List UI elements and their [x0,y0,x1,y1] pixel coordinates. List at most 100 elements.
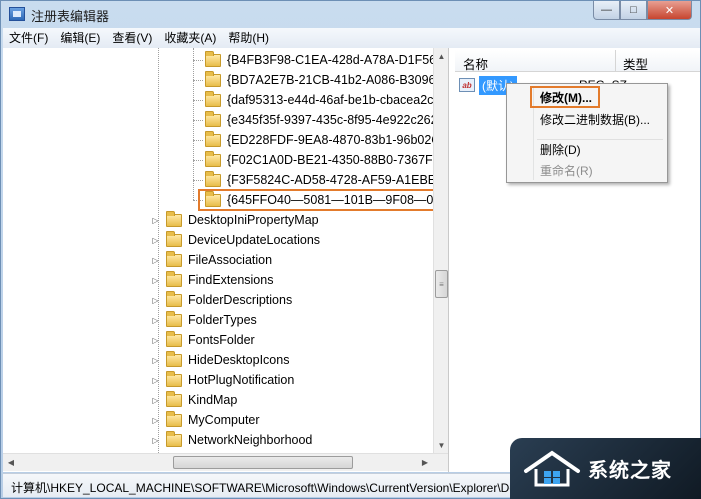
folder-icon [166,310,182,327]
tree-item-label: HotPlugNotification [188,373,295,387]
close-button[interactable]: ✕ [647,1,692,20]
column-header-name[interactable]: 名称 [463,54,488,73]
folder-icon [205,130,221,147]
triangle-right-icon[interactable]: ▷ [151,376,160,385]
triangle-right-icon[interactable]: ▷ [151,356,160,365]
folder-icon [166,410,182,427]
tree-item-label: FindExtensions [188,273,274,287]
tree-item[interactable]: ▷ FindExtensions [151,270,273,290]
tree-item[interactable]: ▷ FolderTypes [151,310,257,330]
column-header-type[interactable]: 类型 [623,54,648,73]
house-logo-icon [522,449,582,489]
scroll-left-arrow-icon[interactable]: ◀ [3,454,19,471]
triangle-right-icon[interactable]: ▷ [151,216,160,225]
folder-icon [205,90,221,107]
triangle-right-icon[interactable]: ▷ [151,296,160,305]
tree-item[interactable]: ▷ FontsFolder [151,330,255,350]
tree-item[interactable]: ▷ NetworkNeighborhood [151,430,312,450]
tree-item-label: FolderTypes [188,313,257,327]
tree-item[interactable]: ▷ MyComputer [151,410,260,430]
tree-item[interactable]: ▷ HideDesktopIcons [151,350,289,370]
folder-icon [166,290,182,307]
scroll-right-arrow-icon[interactable]: ▶ [417,454,433,471]
triangle-right-icon[interactable]: ▷ [151,416,160,425]
tree-connector [193,139,203,141]
highlight-box-key [198,189,438,211]
tree-item[interactable]: ▷ DeviceUpdateLocations [151,230,320,250]
highlight-box-modify [530,86,600,108]
folder-icon [205,50,221,67]
menu-favorites[interactable]: 收藏夹(A) [158,28,222,48]
folder-icon [205,110,221,127]
tree-item[interactable]: ▷ KindMap [151,390,237,410]
folder-icon [166,430,182,447]
menu-edit[interactable]: 编辑(E) [54,28,106,48]
menu-item-delete[interactable]: 删除(D) [510,140,664,160]
menu-item-modify-binary[interactable]: 修改二进制数据(B)... [510,110,664,130]
tree-item[interactable]: ▷ FolderDescriptions [151,290,292,310]
tree-item-label: {daf95313-e44d-46af-be1b-cbacea2c3065} [227,93,449,107]
folder-icon [166,330,182,347]
tree-item[interactable]: ▷ DesktopIniPropertyMap [151,210,319,230]
tree-item[interactable]: ▷ FileAssociation [151,250,272,270]
tree-connector [193,179,203,181]
registry-editor-window: 注册表编辑器 — □ ✕ 文件(F) 编辑(E) 查看(V) 收藏夹(A) 帮助… [0,0,701,499]
triangle-right-icon[interactable]: ▷ [151,336,160,345]
folder-icon [166,230,182,247]
tree-item[interactable]: {F02C1A0D-BE21-4350-88B0-7367FC96EF3C} [193,150,448,170]
maximize-button[interactable]: □ [620,1,647,20]
scroll-up-arrow-icon[interactable]: ▲ [434,48,448,64]
tree-connector [193,119,203,121]
watermark-text: 系统之家 [588,460,672,482]
menu-bar: 文件(F) 编辑(E) 查看(V) 收藏夹(A) 帮助(H) [3,28,700,48]
folder-icon [205,170,221,187]
folder-icon [166,210,182,227]
tree-item-label: {BD7A2E7B-21CB-41b2-A086-B309680C6B7E} [227,73,448,87]
tree-item-label: {e345f35f-9397-435c-8f95-4e922c26259e} [227,113,449,127]
menu-file[interactable]: 文件(F) [3,28,54,48]
scroll-down-arrow-icon[interactable]: ▼ [434,437,448,453]
tree-connector [193,99,203,101]
list-header: 名称 类型 [455,50,700,72]
column-separator[interactable] [615,50,616,72]
tree-connector [193,59,203,61]
tree-item[interactable]: {ED228FDF-9EA8-4870-83b1-96b02CFE0D52} [193,130,448,150]
tree-connector [193,159,203,161]
tree-item-label: {F3F5824C-AD58-4728-AF59-A1EBE3392799} [227,173,448,187]
tree-item[interactable]: ▷ HotPlugNotification [151,370,294,390]
scroll-thumb[interactable] [173,456,353,469]
tree-item-label: {B4FB3F98-C1EA-428d-A78A-D1F5659CBA93} [227,53,448,67]
tree-horizontal-scrollbar[interactable]: ◀ ▶ [3,453,448,471]
tree-item[interactable]: {F3F5824C-AD58-4728-AF59-A1EBE3392799} [193,170,448,190]
menu-help[interactable]: 帮助(H) [222,28,275,48]
scroll-thumb[interactable]: ≡ [435,270,448,298]
folder-icon [166,390,182,407]
window-title: 注册表编辑器 [31,9,110,24]
folder-icon [166,250,182,267]
tree-item-label: FontsFolder [188,333,255,347]
triangle-right-icon[interactable]: ▷ [151,256,160,265]
tree-item[interactable]: {B4FB3F98-C1EA-428d-A78A-D1F5659CBA93} [193,50,448,70]
registry-editor-icon [9,7,25,21]
folder-icon [166,270,182,287]
tree-item[interactable]: {BD7A2E7B-21CB-41b2-A086-B309680C6B7E} [193,70,448,90]
folder-icon [166,370,182,387]
tree-connector [193,79,203,81]
tree-vertical-scrollbar[interactable]: ▲ ≡ ▼ [433,48,448,453]
minimize-button[interactable]: — [593,1,620,20]
triangle-right-icon[interactable]: ▷ [151,396,160,405]
tree-item[interactable]: {e345f35f-9397-435c-8f95-4e922c26259e} [193,110,449,130]
tree-item[interactable]: {daf95313-e44d-46af-be1b-cbacea2c3065} [193,90,449,110]
triangle-right-icon[interactable]: ▷ [151,436,160,445]
tree-item-label: MyComputer [188,413,260,427]
watermark-logo: 系统之家 [510,438,701,499]
menu-view[interactable]: 查看(V) [106,28,158,48]
folder-icon [205,70,221,87]
triangle-right-icon[interactable]: ▷ [151,236,160,245]
tree-item-label: HideDesktopIcons [188,353,290,367]
triangle-right-icon[interactable]: ▷ [151,316,160,325]
title-bar: 注册表编辑器 — □ ✕ [1,1,701,27]
folder-icon [205,150,221,167]
menu-item-rename: 重命名(R) [540,164,593,178]
triangle-right-icon[interactable]: ▷ [151,276,160,285]
